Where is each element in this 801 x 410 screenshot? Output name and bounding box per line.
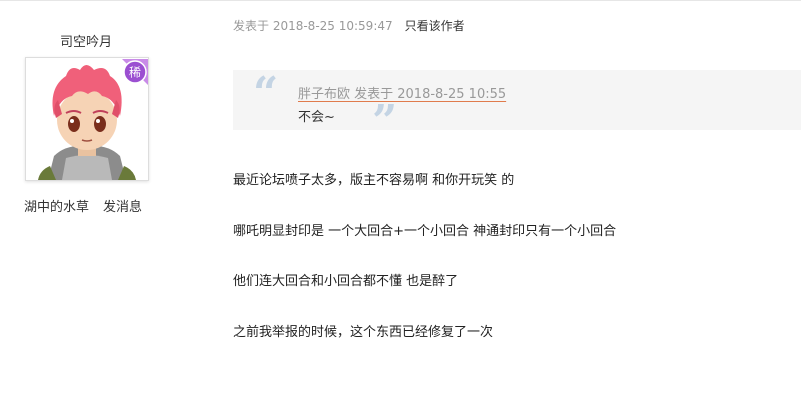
top-divider: [0, 0, 801, 1]
rank-badge-icon: 稀: [122, 59, 148, 85]
water-link[interactable]: 湖中的水草: [24, 200, 89, 215]
author-links: 湖中的水草 发消息: [24, 196, 142, 215]
only-author-link[interactable]: 只看该作者: [405, 19, 465, 33]
author-name[interactable]: 司空吟月: [28, 31, 144, 50]
send-message-link[interactable]: 发消息: [103, 200, 142, 215]
post-body-line: 之前我举报的时候，这个东西已经修复了一次: [233, 325, 494, 340]
avatar[interactable]: 稀: [25, 57, 149, 181]
post-time: 发表于 2018-8-25 10:59:47: [233, 19, 393, 33]
quote-open-icon: “: [253, 68, 279, 119]
quote-source-link[interactable]: 胖子布欧 发表于 2018-8-25 10:55: [298, 83, 506, 102]
post-body-line: 他们连大回合和小回合都不懂 也是醉了: [233, 274, 459, 289]
quote-block: “ 胖子布欧 发表于 2018-8-25 10:55 不会~ ”: [233, 68, 801, 144]
post-body-line: 最近论坛喷子太多，版主不容易啊 和你开玩笑 的: [233, 173, 515, 188]
post-meta: 发表于 2018-8-25 10:59:47 只看该作者: [233, 17, 465, 34]
post-body-line: 哪吒明显封印是 一个大回合+一个小回合 神通封印只有一个小回合: [233, 224, 617, 239]
rank-badge-label: 稀: [129, 66, 141, 80]
quote-close-icon: ”: [372, 96, 398, 147]
quote-text: 不会~: [298, 110, 335, 125]
